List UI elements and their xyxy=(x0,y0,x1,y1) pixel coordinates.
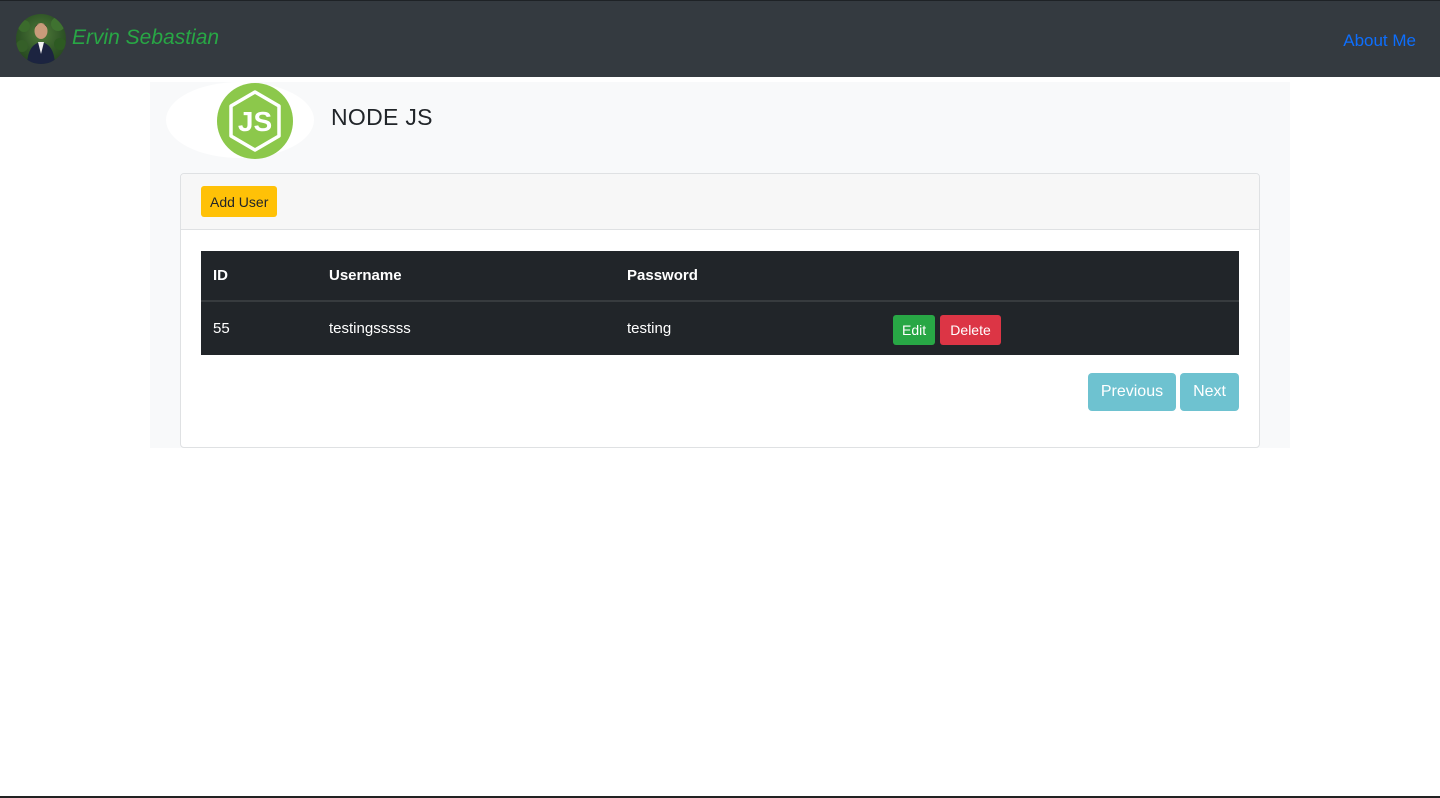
brand-name: Ervin Sebastian xyxy=(72,26,220,49)
nav-link-about-me[interactable]: About Me xyxy=(1343,31,1416,51)
cell-actions: Edit Delete xyxy=(881,301,1239,355)
top-navbar: Ervin Sebastian About Me xyxy=(0,0,1440,77)
brand-link[interactable]: Ervin Sebastian xyxy=(16,14,219,64)
edit-button[interactable]: Edit xyxy=(893,315,936,345)
previous-page-button[interactable]: Previous xyxy=(1087,373,1177,411)
users-card: Add User ID Username Password 55 testing… xyxy=(180,173,1260,448)
cell-username: testingsssss xyxy=(329,320,411,337)
delete-button[interactable]: Delete xyxy=(940,315,1001,345)
cell-id: 55 xyxy=(213,320,230,337)
nodejs-logo-icon: JS xyxy=(217,83,293,159)
logo-text: JS xyxy=(238,106,272,137)
page-title: NODE JS xyxy=(331,104,433,130)
users-table: ID Username Password 55 testingsssss tes… xyxy=(201,251,1239,355)
avatar xyxy=(16,14,66,64)
table-row: 55 testingsssss testing Edit Delete xyxy=(201,301,1239,355)
column-header-username: Username xyxy=(317,251,615,302)
pagination: Previous Next xyxy=(1087,373,1239,411)
column-header-actions xyxy=(881,251,1239,302)
profile-photo-icon xyxy=(16,17,66,64)
next-page-button[interactable]: Next xyxy=(1180,373,1239,411)
logo-backdrop: JS xyxy=(166,82,314,159)
table-header-row: ID Username Password xyxy=(201,251,1239,302)
column-header-password: Password xyxy=(615,251,881,302)
main-container: JS NODE JS Add User ID Username Password… xyxy=(150,82,1290,448)
column-header-id: ID xyxy=(201,251,317,302)
cell-password: testing xyxy=(627,320,672,337)
add-user-button[interactable]: Add User xyxy=(201,186,278,217)
card-header: Add User xyxy=(181,174,1259,230)
